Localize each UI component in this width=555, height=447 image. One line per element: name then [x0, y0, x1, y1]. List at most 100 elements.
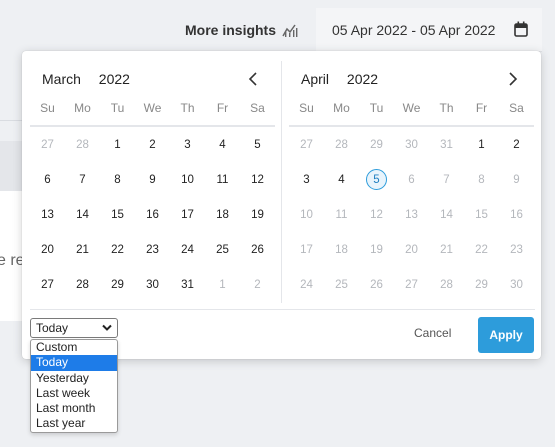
day-number: 24	[300, 278, 313, 291]
day-number: 6	[408, 173, 415, 186]
calendar-day[interactable]: 12	[240, 162, 275, 197]
prev-month-button[interactable]	[243, 69, 263, 89]
day-number: 19	[251, 208, 264, 221]
calendar-day[interactable]: 2	[135, 127, 170, 162]
calendar-day[interactable]: 29	[359, 127, 394, 162]
calendar-day[interactable]: 1	[100, 127, 135, 162]
day-number: 8	[114, 173, 121, 186]
calendar-icon[interactable]	[514, 21, 528, 37]
calendar-day[interactable]: 23	[135, 232, 170, 267]
calendar-day[interactable]: 26	[359, 267, 394, 302]
range-option[interactable]: Today	[31, 355, 117, 371]
calendar-day[interactable]: 15	[100, 197, 135, 232]
calendar-day[interactable]: 26	[240, 232, 275, 267]
calendar-header: March 2022	[42, 71, 130, 87]
calendar-day[interactable]: 20	[30, 232, 65, 267]
calendar-day[interactable]: 9	[499, 162, 534, 197]
calendar-day[interactable]: 25	[324, 267, 359, 302]
calendar-day[interactable]: 16	[135, 197, 170, 232]
calendar-day[interactable]: 14	[65, 197, 100, 232]
day-number: 11	[335, 208, 348, 221]
date-range-input[interactable]: 05 Apr 2022 - 05 Apr 2022	[316, 8, 542, 52]
calendar-day[interactable]: 20	[394, 232, 429, 267]
day-number: 14	[440, 208, 453, 221]
calendar-day[interactable]: 18	[205, 197, 240, 232]
calendar-day[interactable]: 29	[100, 267, 135, 302]
calendar-day[interactable]: 11	[324, 197, 359, 232]
calendar-day[interactable]: 9	[135, 162, 170, 197]
calendar-april: April 2022 Su Mo Tu We Th Fr Sa 27 28 29 30 31 1 2 3 4…	[289, 51, 534, 306]
day-number: 12	[251, 173, 264, 186]
calendar-day[interactable]: 24	[170, 232, 205, 267]
calendar-day[interactable]: 27	[394, 267, 429, 302]
calendar-day[interactable]: 2	[499, 127, 534, 162]
calendar-day[interactable]: 22	[464, 232, 499, 267]
calendar-day[interactable]: 24	[289, 267, 324, 302]
calendar-day[interactable]: 7	[65, 162, 100, 197]
calendar-day[interactable]: 13	[30, 197, 65, 232]
calendar-day[interactable]: 6	[30, 162, 65, 197]
calendar-day[interactable]: 8	[464, 162, 499, 197]
calendar-day[interactable]: 28	[429, 267, 464, 302]
calendar-day[interactable]: 17	[170, 197, 205, 232]
calendar-day[interactable]: 10	[170, 162, 205, 197]
calendar-day[interactable]: 4	[205, 127, 240, 162]
calendar-day[interactable]: 27	[30, 127, 65, 162]
calendar-day[interactable]: 3	[170, 127, 205, 162]
calendar-day[interactable]: 27	[30, 267, 65, 302]
calendar-day[interactable]: 11	[205, 162, 240, 197]
apply-button[interactable]: Apply	[478, 317, 534, 353]
calendar-day[interactable]: 3	[289, 162, 324, 197]
calendar-week: 27 28 1 2 3 4 5	[30, 127, 275, 162]
calendar-day[interactable]: 27	[289, 127, 324, 162]
cancel-button[interactable]: Cancel	[414, 326, 451, 340]
calendar-day[interactable]: 19	[359, 232, 394, 267]
calendar-day[interactable]: 10	[289, 197, 324, 232]
next-month-button[interactable]	[503, 69, 523, 89]
calendar-day[interactable]: 30	[499, 267, 534, 302]
calendar-day[interactable]: 25	[205, 232, 240, 267]
calendar-day[interactable]: 13	[394, 197, 429, 232]
calendar-day[interactable]: 17	[289, 232, 324, 267]
calendar-day[interactable]: 8	[100, 162, 135, 197]
range-option[interactable]: Last month	[31, 401, 117, 416]
day-number: 23	[510, 243, 523, 256]
calendar-day[interactable]: 4	[324, 162, 359, 197]
calendar-day[interactable]: 1	[464, 127, 499, 162]
calendar-day[interactable]: 29	[464, 267, 499, 302]
calendar-day[interactable]: 1	[205, 267, 240, 302]
day-number: 22	[111, 243, 124, 256]
calendar-day[interactable]: 6	[394, 162, 429, 197]
calendar-day[interactable]: 5	[240, 127, 275, 162]
more-insights-button[interactable]: More insights	[185, 20, 298, 40]
calendar-day[interactable]: 31	[170, 267, 205, 302]
range-select[interactable]: Today	[30, 318, 118, 338]
day-number: 31	[440, 138, 453, 151]
calendar-day[interactable]: 30	[394, 127, 429, 162]
calendar-day[interactable]: 31	[429, 127, 464, 162]
day-number: 29	[111, 278, 124, 291]
calendar-day[interactable]: 28	[65, 127, 100, 162]
calendar-day[interactable]: 21	[429, 232, 464, 267]
calendar-day[interactable]: 28	[324, 127, 359, 162]
calendar-day[interactable]: 18	[324, 232, 359, 267]
day-number: 21	[76, 243, 89, 256]
range-option[interactable]: Custom	[31, 340, 117, 355]
calendar-day[interactable]: 2	[240, 267, 275, 302]
calendar-day[interactable]: 19	[240, 197, 275, 232]
calendar-day[interactable]: 22	[100, 232, 135, 267]
calendar-day[interactable]: 28	[65, 267, 100, 302]
calendar-day[interactable]: 14	[429, 197, 464, 232]
calendar-day[interactable]: 21	[65, 232, 100, 267]
calendar-day[interactable]: 15	[464, 197, 499, 232]
day-number: 21	[440, 243, 453, 256]
range-option[interactable]: Last year	[31, 416, 117, 431]
calendar-day[interactable]: 30	[135, 267, 170, 302]
calendar-day[interactable]: 12	[359, 197, 394, 232]
calendar-day[interactable]: 23	[499, 232, 534, 267]
calendar-day[interactable]: 16	[499, 197, 534, 232]
selected-day[interactable]: 5	[359, 162, 394, 197]
calendar-day[interactable]: 7	[429, 162, 464, 197]
range-option[interactable]: Last week	[31, 386, 117, 401]
range-option[interactable]: Yesterday	[31, 371, 117, 386]
